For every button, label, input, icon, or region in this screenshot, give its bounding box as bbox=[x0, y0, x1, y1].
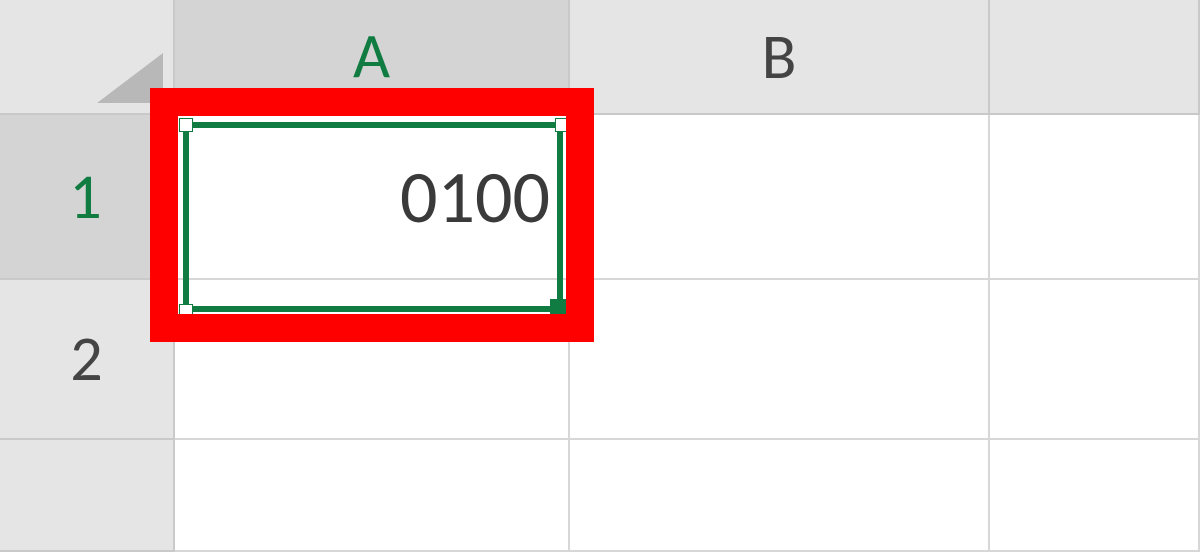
selection-handle-icon bbox=[555, 118, 569, 132]
row-header-label: 2 bbox=[70, 320, 102, 398]
cell-A3[interactable] bbox=[175, 440, 570, 552]
select-all-corner[interactable] bbox=[0, 0, 175, 115]
row-header-3[interactable] bbox=[0, 440, 175, 552]
cell-value: 0100 bbox=[400, 152, 550, 242]
cell-B1[interactable] bbox=[570, 115, 990, 280]
cell-B2[interactable] bbox=[570, 280, 990, 440]
row-header-2[interactable]: 2 bbox=[0, 280, 175, 440]
spreadsheet: A B 1 2 0100 bbox=[0, 0, 1200, 552]
selection-handle-icon bbox=[179, 304, 193, 318]
cell-A2[interactable] bbox=[175, 280, 570, 440]
column-header-C[interactable] bbox=[990, 0, 1200, 115]
fill-handle[interactable] bbox=[550, 299, 570, 319]
cell-A1[interactable]: 0100 bbox=[175, 115, 570, 280]
column-header-label: A bbox=[353, 17, 390, 95]
cell-C3[interactable] bbox=[990, 440, 1200, 552]
cell-C2[interactable] bbox=[990, 280, 1200, 440]
column-header-A[interactable]: A bbox=[175, 0, 570, 115]
select-all-triangle-icon bbox=[97, 53, 163, 103]
row-header-label: 1 bbox=[69, 158, 101, 236]
selection-handle-icon bbox=[179, 118, 193, 132]
cell-C1[interactable] bbox=[990, 115, 1200, 280]
row-header-1[interactable]: 1 bbox=[0, 115, 175, 280]
column-header-B[interactable]: B bbox=[570, 0, 990, 115]
cell-B3[interactable] bbox=[570, 440, 990, 552]
column-header-label: B bbox=[762, 18, 797, 96]
